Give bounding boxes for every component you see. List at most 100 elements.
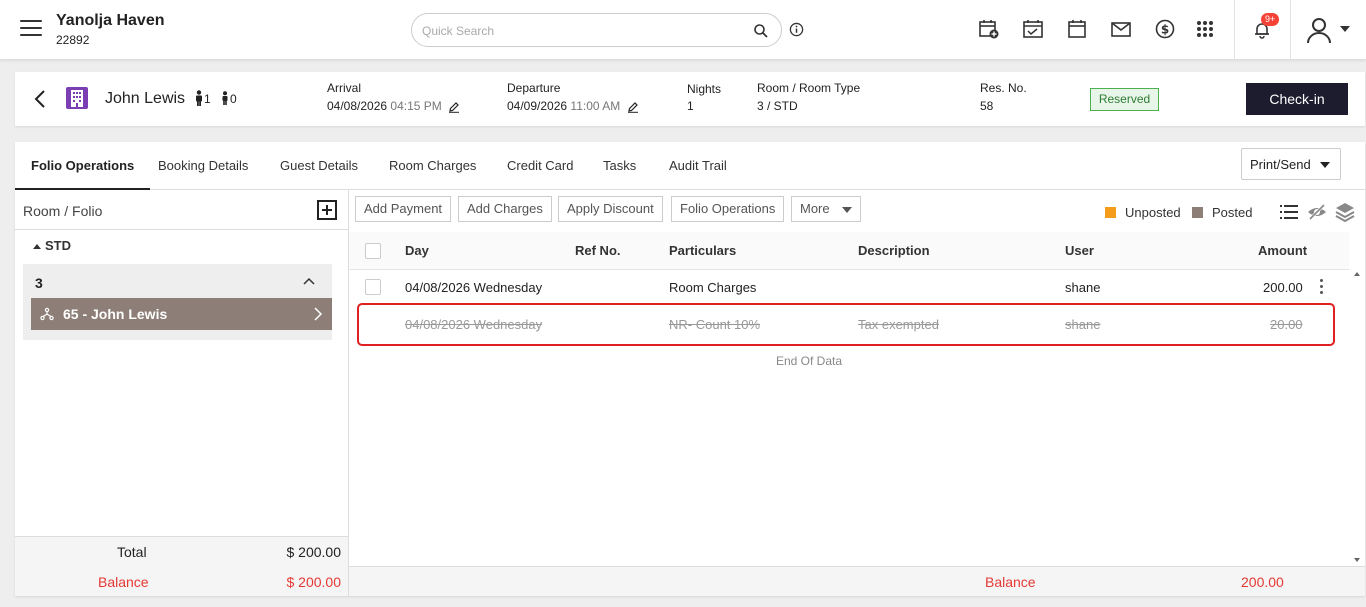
adults-count: 1 (204, 92, 211, 106)
col-particulars: Particulars (669, 243, 737, 258)
apply-discount-button[interactable]: Apply Discount (558, 196, 663, 222)
pax-count: 1 0 (194, 90, 237, 106)
room-number: 3 (35, 275, 43, 291)
menu-icon[interactable] (20, 20, 42, 38)
notification-badge: 9+ (1261, 13, 1280, 26)
property-id: 22892 (56, 33, 90, 47)
arrival-label: Arrival (327, 81, 362, 95)
left-totals: Total $ 200.00 Balance $ 200.00 (15, 536, 348, 596)
top-bar: Yanolja Haven 22892 $ 9+ (0, 0, 1366, 60)
add-folio-icon[interactable] (317, 200, 337, 220)
room-folio-title: Room / Folio (23, 203, 103, 219)
scroll-up-icon[interactable] (1354, 272, 1360, 276)
eye-off-icon[interactable] (1307, 202, 1327, 222)
total-label: Total (117, 544, 147, 560)
room-box: 3 65 - John Lewis (23, 264, 332, 340)
search-box (411, 13, 782, 47)
calendar-add-icon[interactable] (978, 18, 1000, 40)
back-arrow-icon[interactable] (33, 89, 47, 109)
unposted-label: Unposted (1125, 205, 1181, 220)
chevron-up-icon[interactable] (303, 276, 315, 286)
more-button[interactable]: More (791, 196, 861, 222)
dollar-icon[interactable]: $ (1154, 18, 1176, 40)
caret-up-icon (33, 244, 41, 250)
svg-text:$: $ (1161, 23, 1169, 37)
legend-posted: Posted (1192, 205, 1252, 220)
table-header: Day Ref No. Particulars Description User… (349, 232, 1349, 270)
layers-icon[interactable] (1335, 202, 1355, 222)
nights-label: Nights (687, 82, 722, 96)
arrival-value: 04/08/2026 04:15 PM (327, 99, 460, 113)
room-folio-pane: Room / Folio STD 3 65 - John Lewis Total… (15, 190, 349, 596)
scroll-down-icon[interactable] (1354, 558, 1360, 562)
tab-audit-trail[interactable]: Audit Trail (669, 142, 727, 190)
col-day: Day (405, 243, 429, 258)
children-count: 0 (230, 92, 237, 106)
footer-balance-value: 200.00 (1241, 574, 1284, 590)
tab-folio-operations[interactable]: Folio Operations (15, 142, 151, 190)
search-input[interactable] (422, 21, 742, 41)
highlight-annotation (357, 303, 1335, 346)
folio-label: 65 - John Lewis (63, 306, 168, 322)
list-view-icon[interactable] (1279, 202, 1299, 222)
col-description: Description (858, 243, 930, 258)
select-all-checkbox[interactable] (365, 243, 381, 259)
tab-tasks[interactable]: Tasks (603, 142, 636, 190)
add-payment-button[interactable]: Add Payment (355, 196, 452, 222)
tab-booking-details[interactable]: Booking Details (158, 142, 248, 190)
row-menu-icon[interactable] (1320, 279, 1324, 297)
user-icon[interactable] (1306, 16, 1332, 44)
mail-icon[interactable] (1110, 18, 1132, 40)
tab-guest-details[interactable]: Guest Details (280, 142, 358, 190)
info-icon[interactable] (789, 22, 804, 37)
unposted-swatch (1105, 207, 1116, 218)
apps-grid-icon[interactable] (1194, 18, 1216, 40)
split-icon (40, 307, 54, 321)
checkin-button[interactable]: Check-in (1246, 83, 1348, 115)
tab-credit-card[interactable]: Credit Card (507, 142, 573, 190)
calendar-check-icon[interactable] (1022, 18, 1044, 40)
resno-value: 58 (980, 99, 994, 113)
guest-name: John Lewis (105, 90, 186, 107)
col-ref: Ref No. (575, 243, 621, 258)
notifications[interactable]: 9+ (1234, 0, 1291, 60)
total-value: $ 200.00 (286, 544, 342, 560)
room-folio-header: Room / Folio (15, 190, 348, 230)
row-checkbox[interactable] (365, 279, 381, 295)
legend-unposted: Unposted (1105, 205, 1181, 220)
room-type-label: STD (45, 238, 71, 253)
status-badge: Reserved (1090, 88, 1159, 111)
footer-balance-label: Balance (985, 574, 1036, 590)
arrival-date: 04/08/2026 (327, 99, 388, 113)
add-charges-button[interactable]: Add Charges (458, 196, 552, 222)
right-totals: Balance 200.00 (349, 566, 1365, 596)
row-day: 04/08/2026 Wednesday (405, 280, 543, 295)
nights-value: 1 (687, 99, 694, 113)
row-particulars: Room Charges (669, 280, 757, 295)
tab-room-charges[interactable]: Room Charges (389, 142, 476, 190)
search-icon[interactable] (753, 23, 769, 39)
folio-panel: Folio Operations Booking Details Guest D… (15, 142, 1365, 596)
edit-departure-icon[interactable] (627, 101, 639, 113)
room-label: Room / Room Type (757, 81, 861, 95)
row-amount: 200.00 (1263, 280, 1303, 295)
chevron-down-icon[interactable] (1340, 26, 1350, 32)
folio-operations-button[interactable]: Folio Operations (671, 196, 785, 222)
user-menu[interactable] (1300, 14, 1360, 46)
room-type-group[interactable]: STD (33, 238, 71, 253)
calendar-icon[interactable] (1066, 18, 1088, 40)
departure-date: 04/09/2026 (507, 99, 568, 113)
folio-item[interactable]: 65 - John Lewis (31, 298, 332, 330)
print-send-label: Print/Send (1250, 156, 1311, 172)
table-row[interactable]: 04/08/2026 Wednesday Room Charges shane … (349, 270, 1349, 306)
chevron-down-icon (1320, 162, 1330, 168)
more-label: More (800, 201, 830, 216)
transactions-pane: Add Payment Add Charges Apply Discount F… (349, 190, 1365, 596)
col-user: User (1065, 243, 1094, 258)
arrival-time: 04:15 PM (390, 99, 442, 113)
edit-arrival-icon[interactable] (448, 101, 460, 113)
chevron-down-icon (841, 206, 852, 213)
balance-value: $ 200.00 (286, 574, 342, 590)
print-send-button[interactable]: Print/Send (1241, 148, 1341, 180)
posted-label: Posted (1212, 205, 1253, 220)
